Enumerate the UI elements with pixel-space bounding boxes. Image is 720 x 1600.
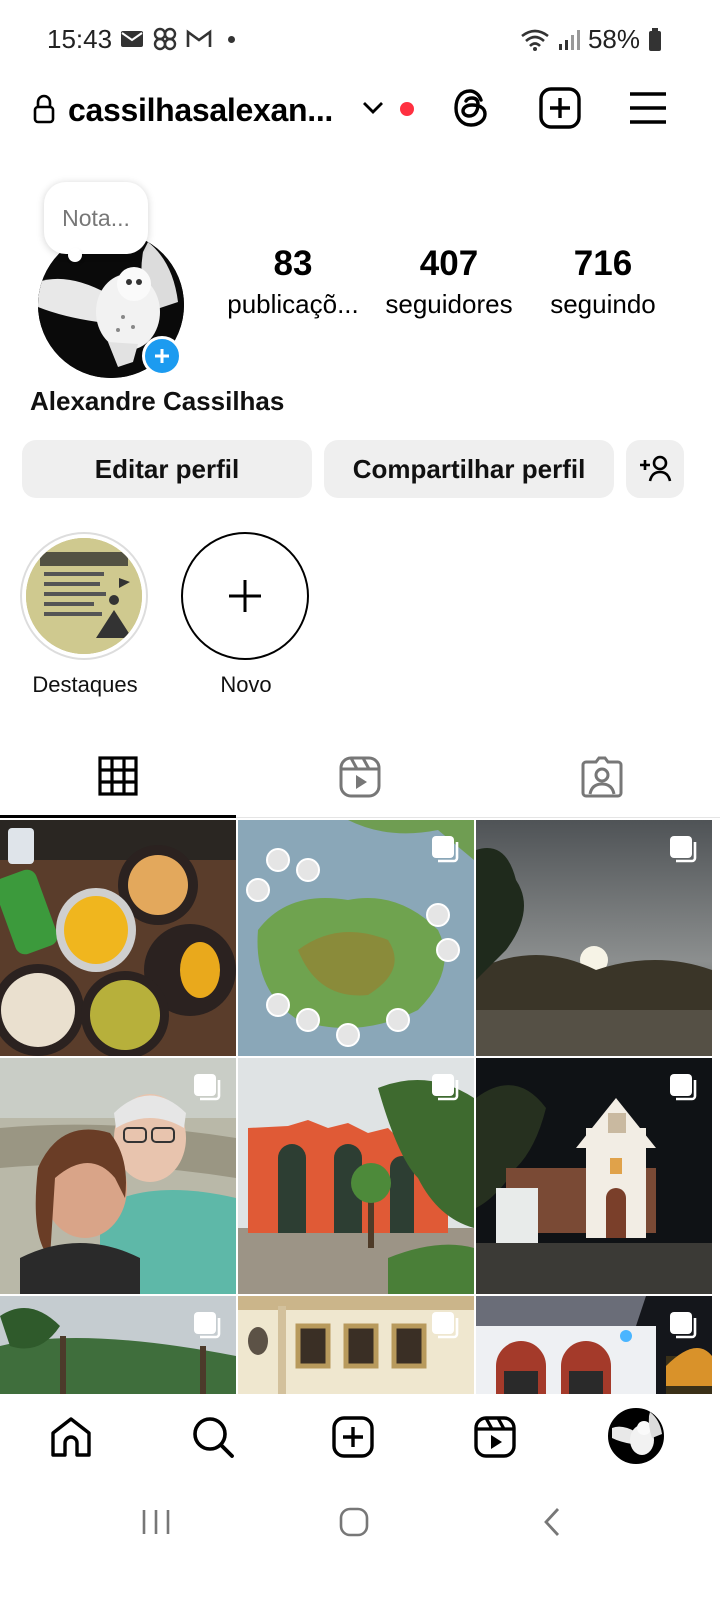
post-thumbnail[interactable] <box>0 1296 236 1394</box>
nav-profile[interactable] <box>608 1408 664 1464</box>
stat-following-count: 716 <box>573 244 633 283</box>
share-profile-button[interactable]: Compartilhar perfil <box>324 440 614 498</box>
menu-icon <box>630 92 666 124</box>
bottom-navigation <box>0 1394 720 1478</box>
nav-search[interactable] <box>188 1412 238 1462</box>
post-thumbnail[interactable] <box>238 820 474 1056</box>
profile-avatar <box>608 1408 664 1464</box>
multi-post-icon <box>194 1074 221 1101</box>
tagged-icon <box>581 756 623 798</box>
home-button-icon[interactable] <box>338 1506 370 1538</box>
chevron-down-icon[interactable] <box>362 100 384 116</box>
post-thumbnail[interactable] <box>238 1296 474 1394</box>
status-time: 15:43 <box>47 24 113 54</box>
more-notifications-dot <box>228 35 235 43</box>
signal-icon <box>558 29 580 50</box>
threads-button[interactable] <box>450 86 494 130</box>
post-thumbnail[interactable] <box>476 820 712 1056</box>
highlight-destaques[interactable]: Destaques <box>20 532 150 698</box>
menu-button[interactable] <box>626 86 670 130</box>
new-highlight-ring <box>181 532 309 660</box>
back-icon[interactable] <box>540 1506 564 1538</box>
multi-post-icon <box>432 1312 459 1339</box>
create-post-button[interactable] <box>538 86 582 130</box>
post-thumbnail[interactable] <box>476 1058 712 1294</box>
stat-posts-label: publicaçõ... <box>227 289 359 319</box>
tab-posts-grid[interactable] <box>0 736 236 818</box>
post-thumbnail[interactable] <box>476 1296 712 1394</box>
battery-percent: 58% <box>587 24 640 54</box>
grid-icon <box>98 755 138 796</box>
account-notification-dot <box>400 102 414 116</box>
edit-profile-button[interactable]: Editar perfil <box>22 440 312 498</box>
profile-header: cassilhasalexan... <box>0 80 720 140</box>
plus-icon <box>155 349 169 363</box>
highlight-cover <box>26 538 142 654</box>
profile-tabs <box>0 736 720 818</box>
nav-create[interactable] <box>328 1412 378 1462</box>
reels-icon <box>339 756 381 798</box>
multi-post-icon <box>194 1312 221 1339</box>
pinwheel-icon <box>153 27 177 51</box>
multi-post-icon <box>670 1312 697 1339</box>
home-icon <box>51 1417 91 1457</box>
multi-post-icon <box>432 1074 459 1101</box>
multi-post-icon <box>670 1074 697 1101</box>
discover-people-button[interactable] <box>626 440 684 498</box>
status-bar: 15:43 58% <box>0 0 720 80</box>
plus-icon <box>229 580 261 612</box>
stat-following[interactable]: 716 seguindo <box>528 244 678 324</box>
post-thumbnail[interactable] <box>0 820 236 1056</box>
mail-icon <box>121 31 143 47</box>
create-icon <box>332 1416 374 1458</box>
stat-followers-count: 407 <box>419 244 479 283</box>
threads-icon <box>454 89 487 127</box>
multi-post-icon <box>432 836 459 863</box>
username[interactable]: cassilhasalexan... <box>68 92 333 129</box>
highlight-label: Destaques <box>32 672 138 697</box>
post-thumbnail[interactable] <box>0 1058 236 1294</box>
highlight-label: Novo <box>220 672 272 697</box>
stat-posts-count: 83 <box>273 244 313 283</box>
recent-apps-icon[interactable] <box>140 1506 172 1538</box>
posts-grid <box>0 820 720 1394</box>
system-navigation-bar <box>0 1478 720 1600</box>
gmail-icon <box>186 29 212 47</box>
add-story-button[interactable] <box>142 336 182 376</box>
search-icon <box>193 1417 234 1458</box>
stat-following-label: seguindo <box>550 289 656 319</box>
stat-followers[interactable]: 407 seguidores <box>374 244 524 324</box>
stat-posts[interactable]: 83 publicaçõ... <box>218 244 368 324</box>
create-icon <box>539 87 581 129</box>
add-person-icon <box>640 455 672 482</box>
note-bubble[interactable]: Nota... <box>44 182 148 262</box>
post-thumbnail[interactable] <box>238 1058 474 1294</box>
highlight-ring <box>20 532 148 660</box>
nav-home[interactable] <box>46 1412 96 1462</box>
multi-post-icon <box>670 836 697 863</box>
full-name: Alexandre Cassilhas <box>30 386 285 416</box>
wifi-icon <box>521 29 549 51</box>
stat-followers-label: seguidores <box>385 289 513 319</box>
reels-icon <box>474 1416 516 1458</box>
lock-icon <box>33 94 55 124</box>
tab-tagged[interactable] <box>484 736 720 818</box>
tab-reels[interactable] <box>242 736 478 818</box>
nav-reels[interactable] <box>470 1412 520 1462</box>
battery-icon <box>649 27 661 51</box>
highlight-new[interactable]: Novo <box>181 532 311 698</box>
